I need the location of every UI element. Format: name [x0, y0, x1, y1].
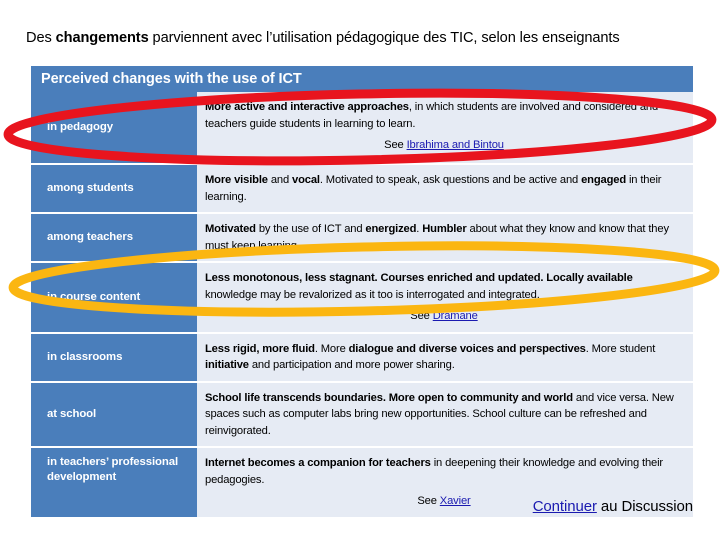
row-body-bold3: engaged: [581, 174, 627, 186]
row-body-bold2: energized: [365, 223, 417, 235]
row-body-bold: More visible: [205, 174, 268, 186]
table-row-body: Less rigid, more fluid. More dialogue an…: [197, 333, 693, 381]
row-label-text: in course content: [47, 290, 141, 303]
row-body-bold3: Humbler: [422, 223, 467, 235]
row-body-bold2: dialogue and diverse voices and perspect…: [348, 342, 586, 355]
table-row: among teachers Motivated by the use of I…: [31, 214, 693, 261]
table-row: at school School life transcends boundar…: [31, 382, 693, 446]
table-row-label: in classrooms: [31, 333, 197, 381]
see-prefix: See: [384, 139, 407, 151]
slide-heading-emphasis: changements: [55, 30, 149, 46]
row-body-rest: knowledge may be revalorized as it too i…: [205, 288, 540, 301]
table-row-body: More visible and vocal. Motivated to spe…: [197, 165, 693, 212]
slide-heading-prefix: Des: [26, 30, 56, 46]
row-body-bold3: initiative: [205, 359, 249, 371]
see-link[interactable]: Dramane: [433, 310, 478, 322]
row-body-bold: School life transcends boundaries. More …: [205, 391, 573, 404]
table-row-body: School life transcends boundaries. More …: [197, 382, 693, 446]
row-body-mid1: . More: [314, 342, 349, 355]
table-row-label: among teachers: [31, 214, 197, 261]
table-row: in classrooms Less rigid, more fluid. Mo…: [31, 333, 693, 381]
row-body-bold: Less monotonous, less stagnant. Courses …: [205, 272, 633, 284]
see-reference: See Ibrahima and Bintou: [205, 137, 683, 154]
table-row: among students More visible and vocal. M…: [31, 165, 693, 212]
see-reference: See Dramane: [205, 308, 683, 325]
slide-heading-suffix: parviennent avec l’utilisation pédagogiq…: [148, 30, 620, 46]
row-body-bold2: vocal: [292, 174, 320, 186]
row-body-mid1: by the use of ICT and: [255, 223, 366, 235]
table-row: in pedagogy More active and interactive …: [31, 92, 693, 163]
row-body-bold: Less rigid, more fluid: [205, 342, 315, 355]
row-body-mid2: . More student: [585, 342, 656, 355]
table-row-body: More active and interactive approaches, …: [197, 92, 693, 163]
row-body-mid2: . Motivated to speak, ask questions and …: [319, 174, 582, 186]
perceived-changes-table: in pedagogy More active and interactive …: [31, 92, 693, 519]
row-label-text: in teachers’ professional development: [47, 456, 179, 483]
see-link[interactable]: Ibrahima and Bintou: [407, 139, 504, 151]
table-row: in course content Less monotonous, less …: [31, 263, 693, 332]
footer-rest-text: au Discussion: [596, 498, 693, 515]
row-label-text: in pedagogy: [47, 121, 113, 133]
row-label-text: at school: [47, 407, 97, 420]
slide-canvas: Des changements parviennent avec l’utili…: [0, 0, 720, 540]
row-body-bold: Internet becomes a companion for teacher…: [205, 457, 431, 469]
table-row-label: in course content: [31, 263, 197, 332]
table-row-label: among students: [31, 165, 197, 212]
slide-heading: Des changements parviennent avec l’utili…: [26, 29, 702, 47]
see-prefix: See: [410, 310, 433, 322]
continue-link[interactable]: Continuer: [533, 498, 597, 515]
row-body-bold: More active and interactive approaches: [205, 101, 409, 113]
footer-continue: Continuer au Discussion: [0, 498, 693, 515]
table-row-label: in pedagogy: [31, 92, 197, 163]
row-body-bold: Motivated: [205, 223, 256, 235]
row-label-text: in classrooms: [47, 350, 123, 363]
row-label-text: among students: [47, 182, 134, 194]
table-row-body: Less monotonous, less stagnant. Courses …: [197, 263, 693, 332]
section-title-text: Perceived changes with the use of ICT: [41, 71, 302, 87]
row-body-mid1: and: [267, 174, 293, 186]
table-row-body: Motivated by the use of ICT and energize…: [197, 214, 693, 261]
row-body-rest: and participation and more power sharing…: [248, 359, 455, 371]
row-label-text: among teachers: [47, 231, 133, 243]
section-title-band: Perceived changes with the use of ICT: [31, 66, 693, 92]
table-row-label: at school: [31, 382, 197, 446]
